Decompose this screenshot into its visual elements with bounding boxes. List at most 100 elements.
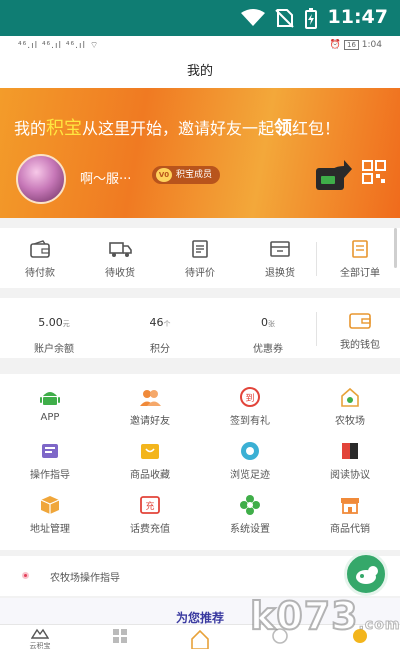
coupons-value: 0张 <box>228 316 308 332</box>
grid-item-invite[interactable]: 邀请好友 <box>100 386 200 427</box>
grid-label: 浏览足迹 <box>230 470 270 481</box>
avatar[interactable] <box>16 154 66 204</box>
points-label: 积分 <box>150 344 170 355</box>
profile-banner: 我的积宝从这里开始，邀请好友一起领红包！ 啊～服··· V0 积宝成员 <box>0 88 400 218</box>
store-icon <box>341 498 359 514</box>
order-pending-receipt[interactable]: 待收货 <box>80 240 160 279</box>
grid-label: 商品收藏 <box>130 470 170 481</box>
grid-item-favorites[interactable]: 商品收藏 <box>100 440 200 481</box>
category-icon <box>113 629 127 643</box>
inner-time: 1:04 <box>361 40 382 50</box>
feature-grid: APP 邀请好友 到 签到有礼 农牧场 操作指导 商品收藏 浏览足迹 阅读协议 … <box>0 374 400 550</box>
share-icon[interactable] <box>314 158 354 194</box>
slogan-part: 从这里开始，邀请好友一起 <box>82 119 275 138</box>
grid-item-consignment[interactable]: 商品代销 <box>300 494 400 535</box>
order-label: 退换货 <box>265 268 295 279</box>
order-pending-review[interactable]: 待评价 <box>160 240 240 279</box>
tab-home[interactable]: 云积宝 <box>0 627 80 650</box>
wallet-icon <box>349 313 371 329</box>
grid-label: 阅读协议 <box>330 470 370 481</box>
return-box-icon <box>270 241 290 257</box>
scrollbar-thumb[interactable] <box>394 228 397 268</box>
watermark-logo: k073.com <box>249 593 400 639</box>
status-time: 11:47 <box>327 6 388 28</box>
all-orders-icon <box>352 240 368 258</box>
recharge-icon: 充 <box>140 496 160 514</box>
page-header: 我的 <box>0 56 400 88</box>
farm-guide-row[interactable]: 农牧场操作指导 <box>0 556 400 596</box>
grid-item-guide[interactable]: 操作指导 <box>0 440 100 481</box>
battery-level-badge: 16 <box>343 40 359 50</box>
wallet-card-icon <box>30 240 50 258</box>
people-icon <box>140 390 161 406</box>
home-icon <box>30 628 50 639</box>
bullet-dot-icon <box>22 572 29 579</box>
grid-item-farm[interactable]: 农牧场 <box>300 386 400 427</box>
grid-item-agreement[interactable]: 阅读协议 <box>300 440 400 481</box>
banner-slogan: 我的积宝从这里开始，邀请好友一起领红包！ <box>14 114 340 140</box>
grid-item-app[interactable]: APP <box>0 386 100 423</box>
page-title: 我的 <box>186 64 213 79</box>
grid-item-history[interactable]: 浏览足迹 <box>200 440 300 481</box>
cow-icon <box>356 566 378 584</box>
grid-item-recharge[interactable]: 充 话费充值 <box>100 494 200 535</box>
book-icon <box>342 443 358 459</box>
grid-label: 地址管理 <box>30 524 70 535</box>
watermark-suffix: .com <box>358 617 400 634</box>
points-value: 46个 <box>120 316 200 332</box>
coupons[interactable]: 0张 优惠券 <box>228 298 308 355</box>
farm-tab-icon <box>191 629 209 650</box>
no-sim-icon <box>275 9 294 28</box>
guide-icon <box>42 444 58 458</box>
unit: 个 <box>163 320 171 328</box>
farm-float-button[interactable] <box>344 552 388 596</box>
balance-value: 5.00元 <box>14 316 94 332</box>
inner-status-right: ⏰ 16 1:04 <box>330 40 382 50</box>
checkin-icon: 到 <box>240 387 260 407</box>
account-balance[interactable]: 5.00元 账户余额 <box>14 298 94 355</box>
truck-icon <box>109 242 132 257</box>
tab-label: 云积宝 <box>29 642 51 650</box>
flower-settings-icon <box>240 495 260 515</box>
divider <box>316 242 317 276</box>
watermark-text: k073 <box>249 593 359 639</box>
order-label: 待付款 <box>25 268 55 279</box>
member-badge-label: 积宝成员 <box>176 170 213 180</box>
order-label: 待收货 <box>105 268 135 279</box>
grid-label: 系统设置 <box>230 524 270 535</box>
svg-text:到: 到 <box>245 392 254 404</box>
value: 5.00 <box>38 316 63 329</box>
grid-item-checkin[interactable]: 到 签到有礼 <box>200 386 300 427</box>
order-all[interactable]: 全部订单 <box>320 240 400 279</box>
svg-text:充: 充 <box>145 500 154 512</box>
my-wallet[interactable]: 我的钱包 <box>320 298 400 351</box>
username[interactable]: 啊～服··· <box>80 168 131 187</box>
grid-label: APP <box>40 412 60 423</box>
farm-icon <box>341 387 359 407</box>
grid-item-address[interactable]: 地址管理 <box>0 494 100 535</box>
alarm-icon: ⏰ <box>329 40 342 50</box>
tab-farm[interactable] <box>160 627 240 650</box>
grid-label: 操作指导 <box>30 470 70 481</box>
unit: 张 <box>268 320 275 328</box>
divider <box>316 312 317 346</box>
value: 0 <box>261 316 268 329</box>
order-label: 全部订单 <box>340 268 380 279</box>
system-status-bar: 11:47 <box>0 0 400 36</box>
grid-label: 邀请好友 <box>130 416 170 427</box>
parcel-icon <box>40 496 60 514</box>
wallet-label: 我的钱包 <box>340 340 380 351</box>
wallet-row: 5.00元 账户余额 46个 积分 0张 优惠券 我的钱包 <box>0 298 400 358</box>
slogan-highlight: 积宝 <box>46 118 83 139</box>
order-pending-payment[interactable]: 待付款 <box>0 240 80 279</box>
qr-code-icon[interactable] <box>362 160 386 188</box>
grid-label: 商品代销 <box>330 524 370 535</box>
tab-category[interactable] <box>80 627 160 647</box>
slogan-highlight: 领 <box>274 118 293 139</box>
grid-item-settings[interactable]: 系统设置 <box>200 494 300 535</box>
points[interactable]: 46个 积分 <box>120 298 200 355</box>
order-label: 待评价 <box>185 268 215 279</box>
grid-label: 签到有礼 <box>230 416 270 427</box>
coupons-label: 优惠券 <box>253 344 283 355</box>
order-returns[interactable]: 退换货 <box>240 240 320 279</box>
